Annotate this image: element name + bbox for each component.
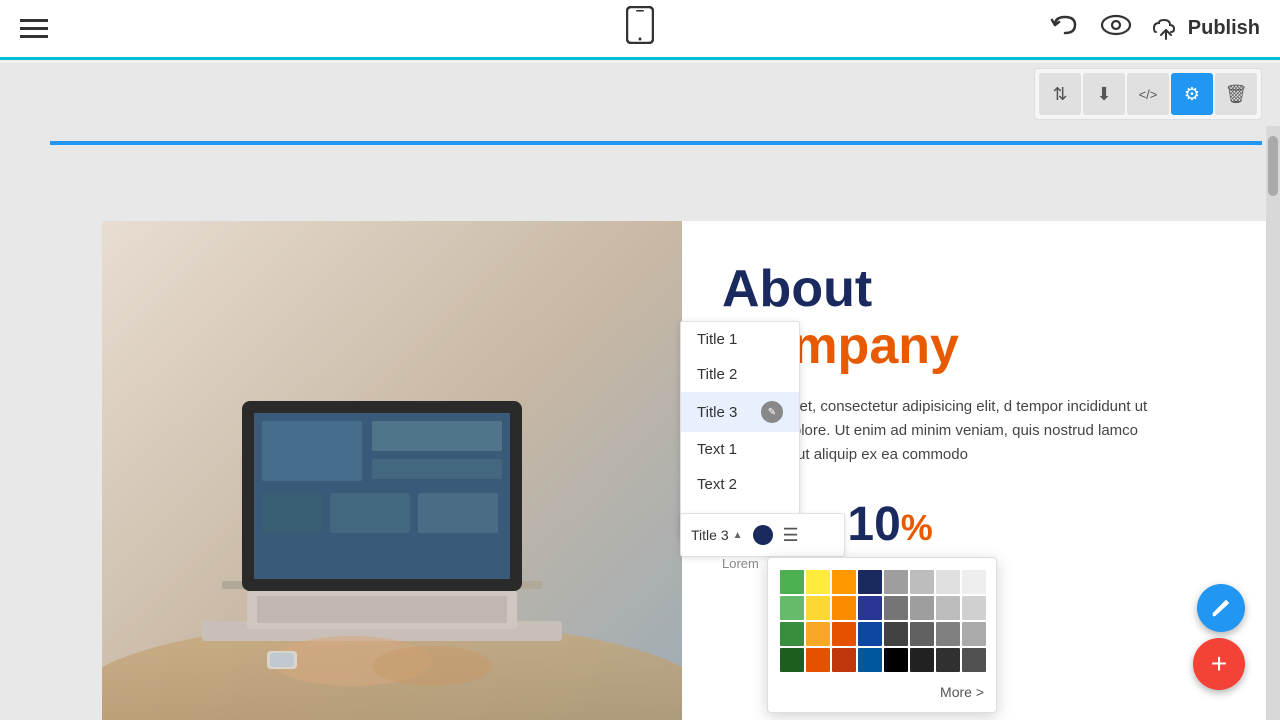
dropdown-item-title3[interactable]: Title 3 ✎ [681, 392, 799, 432]
top-bar-left [20, 19, 48, 38]
color-cell[interactable] [806, 596, 830, 620]
style-bar-label[interactable]: Title 3 ▲ [691, 527, 743, 543]
stat2-number: 10% [847, 497, 932, 552]
publish-button[interactable]: Publish [1152, 17, 1260, 40]
scroll-thumb[interactable] [1268, 136, 1278, 196]
color-cell[interactable] [910, 596, 934, 620]
color-grid [780, 570, 984, 672]
color-cell[interactable] [884, 570, 908, 594]
float-toolbar: ⇅ ⬇ </> ⚙ 🗑 [1034, 68, 1262, 120]
color-cell[interactable] [962, 596, 986, 620]
top-bar-center [626, 6, 654, 52]
color-cell[interactable] [806, 648, 830, 672]
color-picker: More > [767, 557, 997, 713]
color-cell[interactable] [936, 622, 960, 646]
preview-button[interactable] [1100, 13, 1132, 44]
color-cell[interactable] [832, 596, 856, 620]
dropdown-item-text2[interactable]: Text 2 [681, 467, 799, 502]
color-cell[interactable] [936, 570, 960, 594]
undo-button[interactable] [1050, 13, 1080, 44]
color-swatch[interactable] [753, 525, 773, 545]
color-cell[interactable] [962, 622, 986, 646]
more-colors-link[interactable]: More > [780, 684, 984, 700]
color-cell[interactable] [962, 570, 986, 594]
color-cell[interactable] [832, 622, 856, 646]
chevron-up-icon: ▲ [733, 530, 743, 541]
top-bar: Publish [0, 0, 1280, 60]
color-cell[interactable] [910, 648, 934, 672]
color-cell[interactable] [858, 570, 882, 594]
color-cell[interactable] [910, 570, 934, 594]
plus-icon: + [1211, 650, 1227, 678]
code-tool-button[interactable]: </> [1127, 73, 1169, 115]
dropdown-item-text1[interactable]: Text 1 [681, 432, 799, 467]
dropdown-item-title1[interactable]: Title 1 [681, 322, 799, 357]
style-bar: Title 3 ▲ ☰ [680, 513, 845, 557]
top-bar-right: Publish [1050, 13, 1260, 44]
color-cell[interactable] [780, 648, 804, 672]
color-cell[interactable] [884, 648, 908, 672]
type-dropdown-menu: Title 1 Title 2 Title 3 ✎ Text 1 Text 2 … [680, 321, 800, 538]
color-cell[interactable] [910, 622, 934, 646]
move-tool-button[interactable]: ⇅ [1039, 73, 1081, 115]
color-cell[interactable] [936, 648, 960, 672]
color-cell[interactable] [936, 596, 960, 620]
color-cell[interactable] [884, 622, 908, 646]
download-tool-button[interactable]: ⬇ [1083, 73, 1125, 115]
publish-label: Publish [1188, 17, 1260, 40]
edit-icon: ✎ [761, 401, 783, 423]
color-cell[interactable] [780, 570, 804, 594]
about-heading: About [722, 261, 1237, 318]
color-cell[interactable] [780, 622, 804, 646]
color-cell[interactable] [858, 622, 882, 646]
color-cell[interactable] [858, 596, 882, 620]
color-cell[interactable] [780, 596, 804, 620]
color-cell[interactable] [806, 622, 830, 646]
laptop-image [102, 221, 682, 720]
hamburger-menu[interactable] [20, 19, 48, 38]
fab-add-button[interactable]: + [1193, 638, 1245, 690]
card-image-left [102, 221, 682, 720]
color-cell[interactable] [962, 648, 986, 672]
color-cell[interactable] [832, 570, 856, 594]
dropdown-item-title2[interactable]: Title 2 [681, 357, 799, 392]
color-cell[interactable] [806, 570, 830, 594]
color-cell[interactable] [858, 648, 882, 672]
canvas: About Company dolor sit amet, consectetu… [0, 63, 1280, 720]
settings-tool-button[interactable]: ⚙ [1171, 73, 1213, 115]
content-card-wrapper: About Company dolor sit amet, consectetu… [50, 141, 1262, 145]
phone-preview-icon[interactable] [626, 6, 654, 52]
delete-tool-button[interactable]: 🗑 [1215, 73, 1257, 115]
color-cell[interactable] [832, 648, 856, 672]
fab-edit-button[interactable] [1197, 584, 1245, 632]
scrollbar[interactable] [1266, 126, 1280, 720]
color-cell[interactable] [884, 596, 908, 620]
text-align-icon[interactable]: ☰ [783, 525, 799, 546]
